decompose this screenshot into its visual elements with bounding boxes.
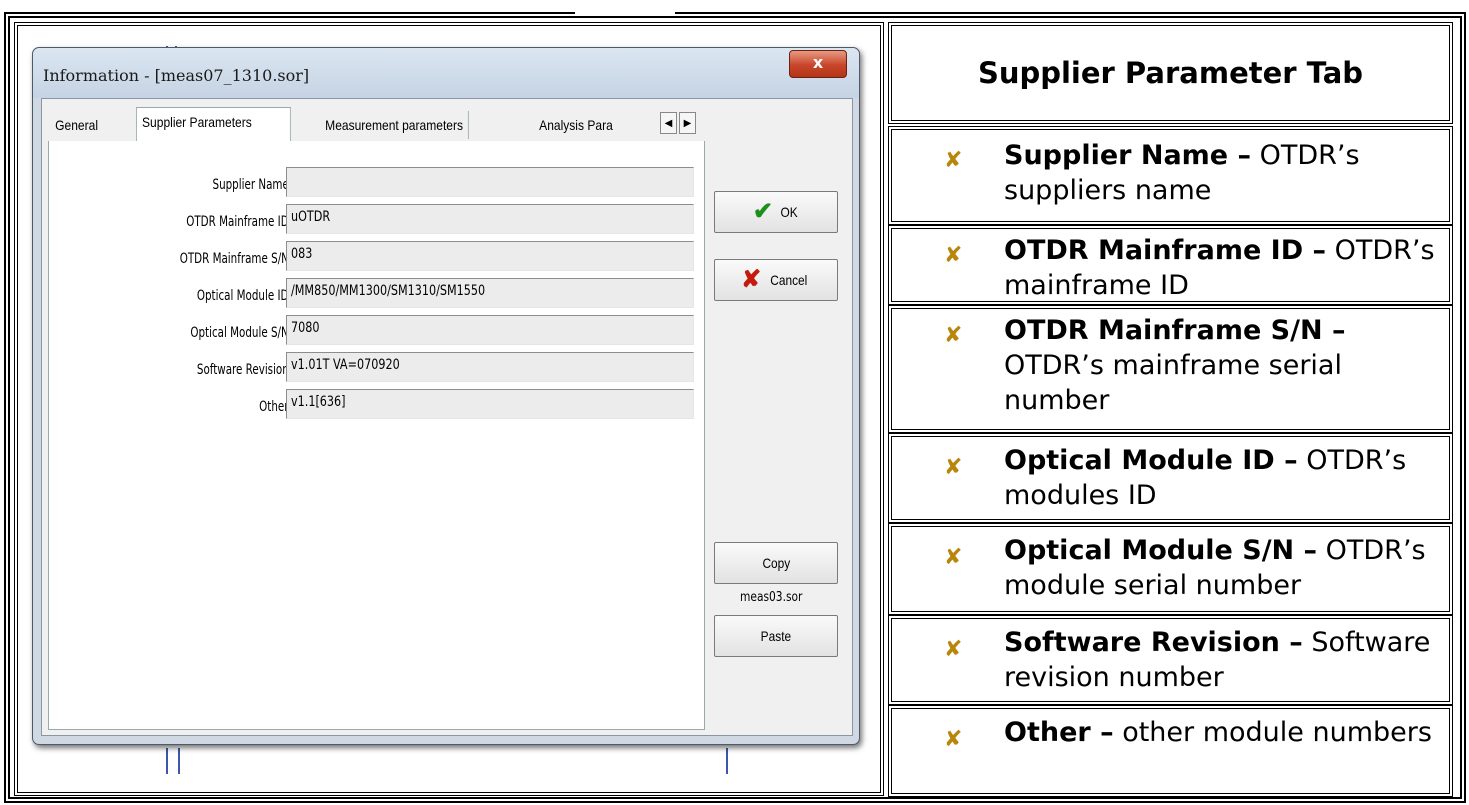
field-label: Supplier Name:: [212, 177, 292, 193]
item-text: Other – other module numbers: [1004, 717, 1432, 748]
tab-scroll-buttons: ◀ ▶: [660, 112, 696, 134]
item-text: OTDR Mainframe S/N – OTDR’s mainframe se…: [1004, 315, 1346, 416]
module-id-field[interactable]: /MM850/MM1300/SM1310/SM1550: [286, 278, 694, 308]
background-trace-line: [178, 748, 180, 774]
x-bullet-icon: ✘: [944, 455, 963, 480]
panel-item: ✘ Optical Module S/N – OTDR’s module ser…: [888, 523, 1453, 615]
dialog-title: Information - [meas07_1310.sor]: [43, 66, 310, 85]
other-field[interactable]: v1.1[636]: [286, 389, 694, 419]
item-text: Optical Module S/N – OTDR’s module seria…: [1004, 535, 1426, 601]
dialog-client-area: General Supplier Parameters Measurement …: [41, 98, 853, 736]
item-text: Software Revision – Software revision nu…: [1004, 627, 1431, 693]
tab-general[interactable]: General: [50, 111, 103, 139]
field-label: OTDR Mainframe S/N:: [179, 251, 292, 267]
x-bullet-icon: ✘: [944, 545, 963, 570]
software-revision-row: Software Revision: v1.01T VA=070920: [49, 352, 704, 382]
tab-scroll-right-icon[interactable]: ▶: [679, 112, 696, 134]
mainframe-id-field[interactable]: uOTDR: [286, 204, 694, 234]
ok-button[interactable]: ✔ OK: [714, 191, 838, 233]
cross-icon: ✘: [741, 266, 762, 293]
mainframe-id-row: OTDR Mainframe ID: uOTDR: [49, 204, 704, 234]
item-text: OTDR Mainframe ID – OTDR’s mainframe ID: [1004, 235, 1435, 301]
frame-gap: [575, 0, 675, 14]
module-id-row: Optical Module ID: /MM850/MM1300/SM1310/…: [49, 278, 704, 308]
module-sn-row: Optical Module S/N: 7080: [49, 315, 704, 345]
background-trace-line: [726, 748, 728, 774]
mainframe-sn-field[interactable]: 083: [286, 241, 694, 271]
copy-button[interactable]: Copy: [714, 542, 838, 584]
supplier-name-row: Supplier Name:: [49, 167, 704, 197]
close-button[interactable]: x: [789, 50, 847, 78]
module-sn-field[interactable]: 7080: [286, 315, 694, 345]
panel-heading-box: Supplier Parameter Tab: [888, 22, 1453, 124]
background-trace-line: [166, 748, 168, 774]
tab-strip: General Supplier Parameters Measurement …: [48, 107, 703, 141]
panel-heading: Supplier Parameter Tab: [977, 56, 1364, 90]
supplier-parameters-panel: Supplier Name: OTDR Mainframe ID: uOTDR …: [48, 141, 705, 730]
x-bullet-icon: ✘: [944, 243, 963, 268]
field-label: OTDR Mainframe ID:: [186, 214, 292, 230]
item-text: Supplier Name – OTDR’s suppliers name: [1004, 140, 1360, 206]
x-bullet-icon: ✘: [944, 637, 963, 662]
panel-item: ✘ OTDR Mainframe ID – OTDR’s mainframe I…: [888, 225, 1453, 305]
field-label: Software Revision:: [196, 362, 292, 378]
cancel-button[interactable]: ✘ Cancel: [714, 259, 838, 301]
panel-item: ✘ Other – other module numbers: [888, 705, 1453, 797]
tab-analysis-parameters[interactable]: Analysis Para: [534, 111, 618, 139]
panel-item: ✘ Optical Module ID – OTDR’s modules ID: [888, 433, 1453, 523]
tab-scroll-left-icon[interactable]: ◀: [660, 112, 677, 134]
title-bar[interactable]: Information - [meas07_1310.sor] x: [33, 48, 859, 98]
software-revision-field[interactable]: v1.01T VA=070920: [286, 352, 694, 382]
panel-item: ✘ Software Revision – Software revision …: [888, 615, 1453, 705]
supplier-name-field[interactable]: [286, 167, 694, 197]
tab-supplier-parameters[interactable]: Supplier Parameters: [136, 107, 291, 141]
clipboard-filename: meas03.sor: [740, 590, 803, 605]
check-icon: ✔: [752, 198, 773, 225]
x-bullet-icon: ✘: [944, 323, 963, 348]
item-text: Optical Module ID – OTDR’s modules ID: [1004, 445, 1407, 511]
panel-item: ✘ Supplier Name – OTDR’s suppliers name: [888, 126, 1453, 225]
tab-measurement-parameters[interactable]: Measurement parameters: [320, 111, 470, 139]
information-dialog: Information - [meas07_1310.sor] x Genera…: [32, 47, 860, 745]
x-bullet-icon: ✘: [944, 148, 963, 173]
mainframe-sn-row: OTDR Mainframe S/N: 083: [49, 241, 704, 271]
field-label: Optical Module S/N:: [190, 325, 292, 341]
other-row: Other: v1.1[636]: [49, 389, 704, 419]
x-bullet-icon: ✘: [944, 727, 963, 752]
paste-button[interactable]: Paste: [714, 615, 838, 657]
panel-item: ✘ OTDR Mainframe S/N – OTDR’s mainframe …: [888, 305, 1453, 433]
field-label: Optical Module ID:: [196, 288, 292, 304]
